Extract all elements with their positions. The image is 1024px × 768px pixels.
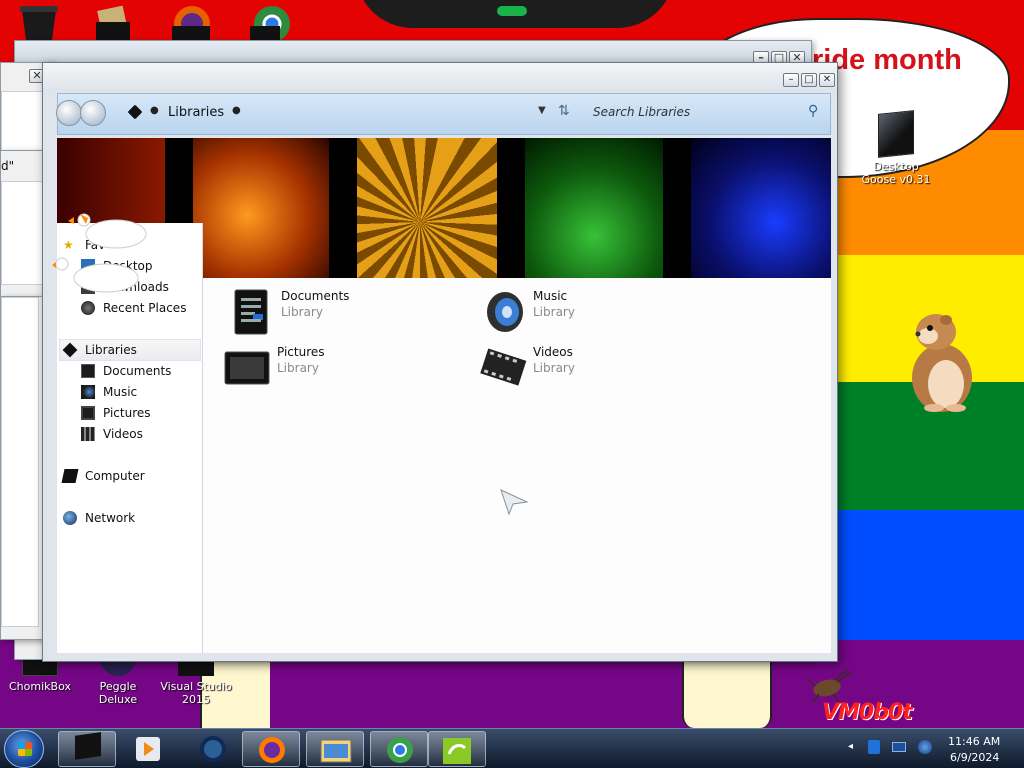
library-type: Library (281, 305, 323, 319)
nav-item-music[interactable]: Music (81, 382, 137, 402)
back-button[interactable] (56, 100, 82, 126)
nav-item-videos[interactable]: Videos (81, 424, 143, 444)
desktop-goose-shortcut[interactable]: Desktop Goose v0.31 (858, 110, 934, 186)
start-button[interactable] (4, 730, 44, 768)
library-name: Music (533, 289, 568, 303)
taskbar-media-player[interactable] (120, 731, 178, 767)
nav-item-documents[interactable]: Documents (81, 361, 171, 381)
hamster-icon (912, 314, 972, 412)
clock-time[interactable]: 11:46 AM (948, 735, 1000, 748)
refresh-icon[interactable]: ⇅ (558, 103, 570, 119)
pictures-library-icon (224, 351, 270, 385)
computer-icon (61, 469, 79, 483)
library-item-documents[interactable]: Documents Library (227, 288, 349, 336)
address-toolbar: ● Libraries ● ▼ ⇅ Search Libraries ⚲ (56, 93, 831, 135)
chrome-icon (387, 737, 413, 763)
volume-tray-icon[interactable] (918, 740, 932, 754)
maximize-button[interactable]: □ (801, 73, 817, 87)
visual-studio-label-2: 2015 (182, 693, 210, 706)
library-item-music[interactable]: Music Library (479, 288, 575, 336)
documents-icon (81, 364, 95, 378)
media-player-icon (136, 737, 160, 761)
search-input[interactable]: Search Libraries (593, 105, 690, 119)
nav-libraries[interactable]: Libraries (62, 340, 137, 360)
library-type: Library (277, 361, 319, 375)
taskbar-firefox[interactable] (242, 731, 300, 767)
library-item-videos[interactable]: Videos Library (479, 344, 575, 392)
documents-library-icon (234, 289, 268, 335)
forward-button[interactable] (80, 100, 106, 126)
taskbar-chrome[interactable] (370, 731, 428, 767)
peggle-deluxe-label: Peggle Deluxe (98, 680, 138, 706)
file-explorer-icon (75, 732, 101, 760)
taskbar-folder-window[interactable] (306, 731, 364, 767)
desktop-goose-label-2: Goose v0.31 (861, 173, 931, 186)
library-content-pane: Documents Library Music Library Pictures (203, 278, 852, 703)
library-type: Library (533, 305, 575, 319)
chomikbox-label: ChomikBox (9, 680, 71, 693)
background-window-titlebar[interactable] (15, 41, 811, 63)
windows-logo-icon (18, 742, 32, 756)
library-name: Pictures (277, 345, 325, 359)
libraries-icon (62, 342, 78, 358)
window-fragment-text: re (4, 594, 16, 607)
explorer-titlebar[interactable] (43, 63, 837, 91)
window-fragment-text: Er (4, 475, 16, 488)
taskbar-file-explorer[interactable] (58, 731, 116, 767)
browser-globe-icon (200, 736, 226, 762)
nav-computer[interactable]: Computer (61, 466, 145, 486)
nav-item-pictures[interactable]: Pictures (81, 403, 151, 423)
address-dropdown-icon[interactable]: ▼ (538, 105, 546, 116)
breadcrumb-separator-icon[interactable]: ● (150, 105, 159, 116)
clock-date[interactable]: 6/9/2024 (950, 751, 999, 764)
videos-icon (81, 427, 95, 441)
notes-app-icon (443, 738, 471, 764)
dialog-title-fragment: d" (1, 159, 15, 173)
explorer-window[interactable]: – □ ✕ ● Libraries ● ▼ ⇅ Search Libraries… (42, 62, 852, 703)
shield-tray-icon[interactable] (868, 740, 880, 754)
folder-stack-icon[interactable] (92, 4, 134, 41)
taskbar: ◂ 11:46 AM 6/9/2024 (0, 728, 1024, 768)
visual-studio-label-1: Visual Studio (160, 680, 232, 693)
window-fragment-text: n (6, 580, 13, 593)
show-hidden-icons-icon[interactable]: ◂ (848, 741, 853, 752)
library-type: Library (533, 361, 575, 375)
taskbar-notes-app[interactable] (428, 731, 486, 767)
chrome-desktop-icon[interactable] (248, 4, 290, 42)
desktop-goose-icon (878, 110, 914, 158)
mouse-cursor-icon (500, 489, 529, 516)
music-icon (81, 385, 95, 399)
wallpaper-green-mark (497, 6, 527, 16)
music-library-icon (487, 292, 523, 332)
library-item-pictures[interactable]: Pictures Library (223, 344, 325, 392)
nav-network[interactable]: Network (63, 508, 135, 528)
goose-head-icon (52, 257, 69, 271)
library-name: Documents (281, 289, 350, 303)
taskbar-browser-globe[interactable] (184, 731, 242, 767)
network-tray-icon[interactable] (892, 742, 906, 752)
library-name: Videos (533, 345, 573, 359)
close-button[interactable]: ✕ (819, 73, 835, 87)
network-icon (63, 511, 77, 525)
cockroach-icon (806, 669, 852, 703)
videos-library-icon (480, 348, 527, 386)
breadcrumb-separator-icon[interactable]: ● (232, 105, 241, 116)
firefox-icon (259, 737, 285, 763)
recycle-bin-icon[interactable] (18, 4, 60, 40)
firefox-desktop-icon[interactable] (170, 4, 212, 42)
search-icon[interactable]: ⚲ (808, 103, 818, 119)
minimize-button[interactable]: – (783, 73, 799, 87)
pictures-icon (81, 406, 95, 420)
breadcrumb[interactable]: Libraries (168, 105, 224, 120)
libraries-breadcrumb-icon (127, 104, 143, 120)
goose-sprite-icon (68, 213, 147, 293)
folder-window-icon (320, 739, 352, 763)
desktop-goose-label-1: Desktop (873, 160, 919, 173)
